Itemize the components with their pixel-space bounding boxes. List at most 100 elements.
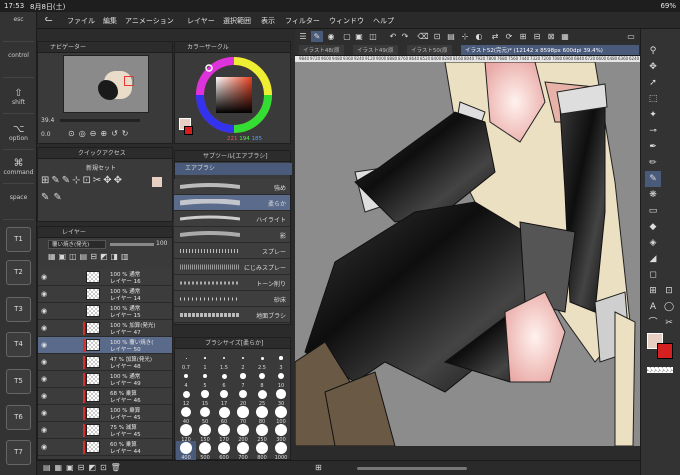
opacity-slider[interactable]	[110, 243, 154, 246]
window-icon[interactable]: ▭	[625, 31, 637, 42]
subtool-group-airbrush[interactable]: エアブラシ	[175, 163, 292, 175]
canvas[interactable]	[295, 62, 640, 446]
menu-animation[interactable]: アニメーション	[125, 16, 174, 26]
brush-shadow[interactable]: 影	[174, 227, 290, 243]
menu-layer[interactable]: レイヤー	[187, 16, 215, 26]
layer-row[interactable]: ◉ 100 % 通常 レイヤー 14	[38, 286, 172, 303]
brush-size-cell[interactable]: 300	[271, 423, 291, 443]
brush-size-cell[interactable]: 700	[233, 441, 253, 461]
ruler-icon[interactable]: ⊟	[531, 31, 543, 42]
quick-color-chip[interactable]	[152, 177, 162, 187]
quick-tool-icons-2[interactable]: ✎✎	[41, 192, 66, 203]
t7-key[interactable]: T7	[6, 440, 31, 465]
brush-size-cell[interactable]: 170	[214, 423, 234, 443]
transparent-color-chip[interactable]	[647, 367, 673, 373]
fill-tool-icon[interactable]: ◈	[645, 235, 661, 251]
brush-highlight[interactable]: ハイライト	[174, 211, 290, 227]
fill-icon[interactable]: ◐	[473, 31, 485, 42]
brush-tone-erase[interactable]: トーン削り	[174, 275, 290, 291]
navigator-preview[interactable]	[63, 55, 149, 113]
brush-size-cell[interactable]: 100	[271, 405, 291, 425]
blend-mode-select[interactable]: 覆い焼き(発光)	[48, 240, 106, 249]
layer-row[interactable]: ◉ 100 % 通常 レイヤー 15	[38, 303, 172, 320]
eraser-tool-icon[interactable]: ▭	[645, 203, 661, 219]
brush-size-cell[interactable]: 800	[252, 441, 272, 461]
visibility-eye-icon[interactable]: ◉	[41, 375, 47, 383]
opacity-value[interactable]: 100	[156, 240, 167, 247]
menu-window[interactable]: ウィンドウ	[329, 16, 364, 26]
balloon-tool-icon[interactable]: ◯	[661, 299, 677, 315]
brush-size-cell[interactable]: 600	[214, 441, 234, 461]
brush-size-cell[interactable]: 1000	[271, 441, 291, 461]
t5-key[interactable]: T5	[6, 369, 31, 394]
brush-size-cell[interactable]: 2.5	[252, 351, 272, 371]
space-key[interactable]: space	[3, 190, 34, 220]
brush-size-cell[interactable]: 17	[214, 387, 234, 407]
t1-key[interactable]: T1	[6, 227, 31, 252]
brush-size-cell[interactable]: 70	[233, 405, 253, 425]
layer-option-icons[interactable]: ▦▣◫▤⊟◩◨▥	[48, 252, 132, 261]
brush-size-cell[interactable]: 500	[195, 441, 215, 461]
line-correct-tool-icon[interactable]: ⌒	[645, 315, 661, 331]
command-key[interactable]: ⌘ command	[3, 154, 34, 184]
brush-size-cell[interactable]: 150	[195, 423, 215, 443]
control-key[interactable]: control	[3, 48, 34, 78]
brush-size-cell[interactable]: 5	[195, 369, 215, 389]
frame-tool-icon[interactable]: ⊞	[645, 283, 661, 299]
visibility-eye-icon[interactable]: ◉	[41, 426, 47, 434]
text-tool-icon[interactable]: A	[645, 299, 661, 315]
operation-tool-icon[interactable]: ➚	[645, 75, 661, 91]
correction-tool-icon[interactable]: ✂	[661, 315, 677, 331]
pencil-tool-icon[interactable]: ✏	[645, 155, 661, 171]
layer-row[interactable]: ◉ 100 % 通常 レイヤー 49	[38, 371, 172, 388]
brush-size-cell[interactable]: 120	[176, 423, 196, 443]
brush-size-cell[interactable]: 4	[176, 369, 196, 389]
layers-icon[interactable]: ◫	[367, 31, 379, 42]
layer-row[interactable]: ◉ 100 % 乗算 レイヤー 45	[38, 405, 172, 422]
home-indicator[interactable]	[357, 467, 467, 470]
pen-tool-icon[interactable]: ✒	[645, 139, 661, 155]
visibility-eye-icon[interactable]: ◉	[41, 409, 47, 417]
brush-panel-icon[interactable]: ▦	[559, 31, 571, 42]
redo-icon[interactable]: ↷	[399, 31, 411, 42]
t6-key[interactable]: T6	[6, 405, 31, 430]
brush-size-cell[interactable]: 1	[195, 351, 215, 371]
select-tool-icon[interactable]: ⬚	[645, 91, 661, 107]
blend-tool-icon[interactable]: ◆	[645, 219, 661, 235]
select-all-icon[interactable]: ▤	[445, 31, 457, 42]
brush-size-cell[interactable]: 10	[271, 369, 291, 389]
quick-set-name[interactable]: 新規セット	[86, 163, 116, 172]
menu-help[interactable]: ヘルプ	[373, 16, 394, 26]
sub-color-swatch[interactable]	[184, 126, 193, 135]
menu-file[interactable]: ファイル	[67, 16, 95, 26]
brush-size-cell[interactable]: 1.5	[214, 351, 234, 371]
navigator-zoom[interactable]: 39.4	[41, 117, 54, 124]
t2-key[interactable]: T2	[6, 260, 31, 285]
sub-color-chip[interactable]	[657, 343, 673, 359]
visibility-eye-icon[interactable]: ◉	[41, 341, 47, 349]
brush-size-cell[interactable]: 40	[176, 405, 196, 425]
menu-view[interactable]: 表示	[261, 16, 275, 26]
brush-blur-spray[interactable]: にじみスプレー	[174, 259, 290, 275]
brush-size-cell[interactable]: 250	[252, 423, 272, 443]
visibility-eye-icon[interactable]: ◉	[41, 392, 47, 400]
flip-icon[interactable]: ⇄	[489, 31, 501, 42]
navigator-angle[interactable]: 0.0	[41, 131, 51, 138]
frame-icon[interactable]: ▢	[341, 31, 353, 42]
magic-wand-icon[interactable]: ✦	[645, 107, 661, 123]
brush-size-cell[interactable]: 60	[214, 405, 234, 425]
tab-illust-49[interactable]: イラスト49(原	[353, 45, 398, 55]
grid-icon[interactable]: ⊞	[517, 31, 529, 42]
brush-ground[interactable]: 地面ブラシ	[174, 307, 290, 323]
quick-access-tab[interactable]: クイックアクセス	[38, 148, 172, 159]
clear-icon[interactable]: ⌫	[417, 31, 429, 42]
visibility-eye-icon[interactable]: ◉	[41, 324, 47, 332]
app-logo-icon[interactable]: ᓚ	[45, 14, 53, 24]
gradient-tool-icon[interactable]: ◢	[645, 251, 661, 267]
layer-row[interactable]: ◉ 68 % 乗算 レイヤー 46	[38, 388, 172, 405]
airbrush-tool-icon[interactable]: ✎	[645, 171, 661, 187]
esc-key[interactable]: esc	[3, 12, 34, 42]
deselect-icon[interactable]: ⊡	[431, 31, 443, 42]
eye-icon[interactable]: ◉	[325, 31, 337, 42]
visibility-eye-icon[interactable]: ◉	[41, 307, 47, 315]
